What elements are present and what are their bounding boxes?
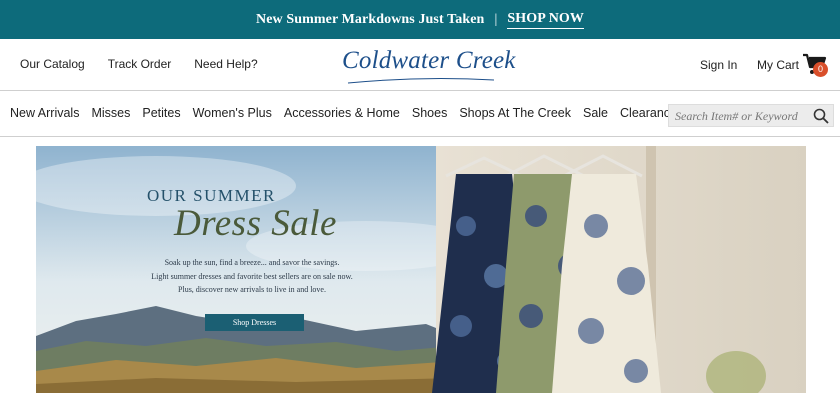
our-catalog-link[interactable]: Our Catalog: [20, 57, 85, 71]
promo-banner: New Summer Markdowns Just Taken | SHOP N…: [0, 0, 840, 39]
nav-accessories-home[interactable]: Accessories & Home: [284, 106, 400, 120]
cart-count-badge: 0: [813, 62, 828, 77]
hero-copy-line: Soak up the sun, find a breeze... and sa…: [164, 258, 340, 267]
nav-shops-at-the-creek[interactable]: Shops At The Creek: [459, 106, 571, 120]
utility-bar: Our Catalog Track Order Need Help? Coldw…: [0, 39, 840, 91]
shop-now-link[interactable]: SHOP NOW: [507, 11, 584, 29]
promo-separator: |: [494, 11, 498, 27]
nav-new-arrivals[interactable]: New Arrivals: [10, 106, 79, 120]
nav-womens-plus[interactable]: Women's Plus: [193, 106, 272, 120]
hero-banner[interactable]: OUR SUMMER Dress Sale Soak up the sun, f…: [36, 146, 806, 393]
shop-dresses-button[interactable]: Shop Dresses: [205, 314, 304, 331]
track-order-link[interactable]: Track Order: [108, 57, 172, 71]
logo-swoosh-icon: [347, 78, 495, 84]
sign-in-link[interactable]: Sign In: [700, 58, 737, 72]
promo-message: New Summer Markdowns Just Taken: [256, 11, 485, 27]
search-input[interactable]: [675, 108, 805, 124]
site-logo[interactable]: Coldwater Creek: [342, 47, 516, 75]
need-help-link[interactable]: Need Help?: [194, 57, 257, 71]
search-icon[interactable]: [813, 108, 829, 124]
hero-copy-line: Light summer dresses and favorite best s…: [151, 271, 353, 281]
utility-links: Our Catalog Track Order Need Help?: [20, 57, 281, 71]
hero-copy: Soak up the sun, find a breeze... and sa…: [132, 256, 372, 297]
nav-misses[interactable]: Misses: [91, 106, 130, 120]
search-box: [668, 104, 834, 127]
hero-title: Dress Sale: [174, 203, 337, 244]
hero-copy-line: Plus, discover new arrivals to live in a…: [178, 285, 326, 294]
nav-sale[interactable]: Sale: [583, 106, 608, 120]
my-cart-link[interactable]: My Cart: [757, 58, 799, 72]
nav-shoes[interactable]: Shoes: [412, 106, 447, 120]
nav-petites[interactable]: Petites: [142, 106, 180, 120]
